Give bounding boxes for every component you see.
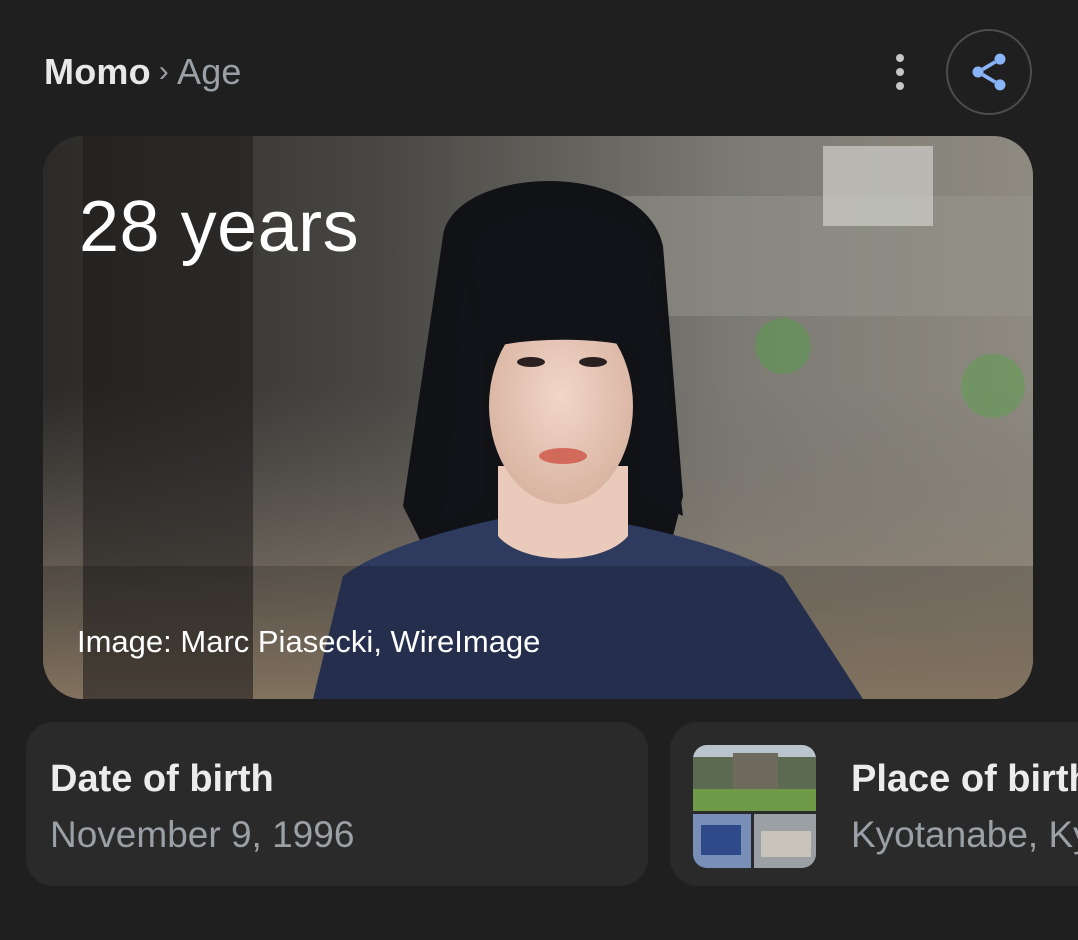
header: Momo › Age — [44, 29, 1032, 115]
date-of-birth-card[interactable]: Date of birth November 9, 1996 — [26, 722, 648, 886]
knowledge-panel: Momo › Age 28 years Image: Marc Piasecki… — [0, 0, 1078, 940]
share-button[interactable] — [946, 29, 1032, 115]
date-of-birth-label: Date of birth — [50, 758, 274, 800]
more-options-button[interactable] — [888, 48, 912, 96]
breadcrumb-root[interactable]: Momo — [44, 51, 151, 93]
place-thumbnail-image — [693, 745, 816, 868]
share-icon — [972, 53, 1006, 91]
date-of-birth-value: November 9, 1996 — [50, 814, 355, 855]
image-credit: Image: Marc Piasecki, WireImage — [77, 624, 541, 659]
breadcrumb-current: Age — [176, 51, 242, 92]
age-value: 28 years — [79, 187, 360, 267]
place-of-birth-card[interactable]: Place of birth Kyotanabe, Kyoto — [670, 722, 1078, 886]
hero-image-card[interactable]: 28 years Image: Marc Piasecki, WireImage — [43, 136, 1033, 699]
more-vert-icon-dot — [896, 68, 904, 76]
more-vert-icon-dot — [896, 82, 904, 90]
header-actions — [888, 29, 1032, 115]
place-of-birth-value: Kyotanabe, Kyoto — [851, 814, 1078, 855]
breadcrumb-separator-icon: › — [158, 55, 169, 88]
place-of-birth-label: Place of birth — [851, 758, 1078, 800]
more-vert-icon — [896, 54, 904, 62]
place-of-birth-thumbnail — [693, 745, 816, 868]
breadcrumb: Momo › Age — [44, 51, 242, 93]
